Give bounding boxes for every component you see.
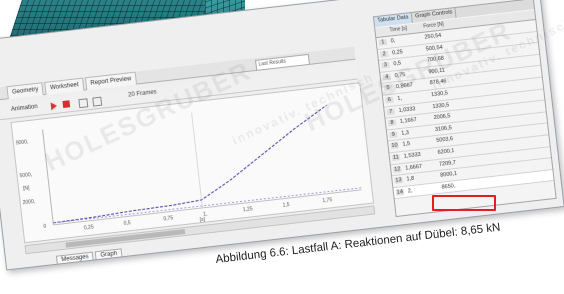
y-tick-label: 9000, bbox=[16, 139, 29, 146]
y-tick-label: 0 bbox=[43, 224, 47, 230]
play-icon[interactable] bbox=[50, 101, 58, 111]
tab-geometry[interactable]: Geometry bbox=[6, 82, 44, 100]
time-cursor[interactable] bbox=[191, 112, 203, 208]
tab-worksheet[interactable]: Worksheet bbox=[44, 77, 85, 95]
results-dropdown[interactable]: Last Results bbox=[255, 53, 310, 71]
y-tick-labels: 9000, 5000, 2000, 0 [N] bbox=[16, 139, 47, 230]
tabular-data-panel: Tabular Data Graph Controls Time [s] For… bbox=[372, 0, 557, 218]
x-tick-label: 0,5 bbox=[123, 220, 131, 227]
x-tick-label: 1,25 bbox=[243, 206, 254, 213]
x-tick-label: 0,25 bbox=[84, 224, 95, 231]
x-tick-label: 0,75 bbox=[163, 215, 174, 222]
animation-label: Animation bbox=[10, 103, 38, 113]
y-tick-label: 2000, bbox=[22, 199, 35, 206]
tab-messages[interactable]: Messages bbox=[55, 251, 95, 266]
table-body: 1 0, 250,54 2 0,25 500,54 3 0,5 700,68 4 0,75 90… bbox=[376, 20, 554, 200]
stop-icon[interactable] bbox=[62, 100, 71, 109]
column-header-time[interactable]: Time [s] bbox=[389, 26, 407, 34]
column-header-force[interactable]: Force [N] bbox=[423, 21, 444, 29]
page: Geometry Worksheet Report Preview Last R… bbox=[0, 0, 564, 294]
x-tick-label: 1,75 bbox=[322, 197, 333, 204]
y-unit-label: [N] bbox=[23, 185, 31, 192]
step-back-icon[interactable] bbox=[78, 98, 89, 109]
force-curve bbox=[53, 104, 327, 224]
tab-report-preview[interactable]: Report Preview bbox=[84, 71, 137, 91]
y-tick-label: 5000, bbox=[19, 172, 32, 179]
tab-graph[interactable]: Graph bbox=[95, 248, 123, 262]
result-highlight-box bbox=[432, 195, 496, 211]
bottom-tab-bar: Messages Graph bbox=[55, 248, 123, 266]
step-forward-icon[interactable] bbox=[92, 96, 103, 107]
x-tick-label: 1,5 bbox=[282, 202, 290, 209]
frames-label: 20 Frames bbox=[127, 89, 158, 99]
